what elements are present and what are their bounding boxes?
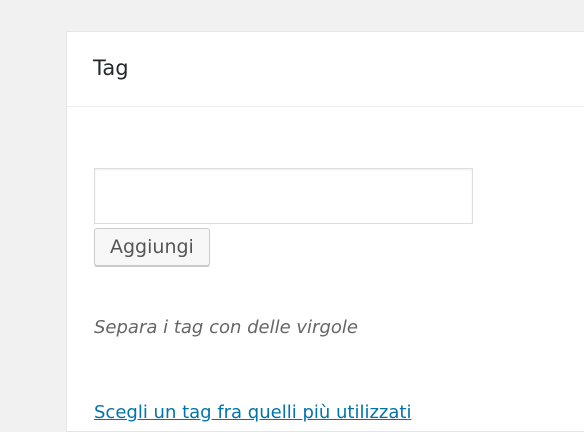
tags-metabox: Tag Aggiungi Separa i tag con delle virg… <box>66 31 584 432</box>
add-tag-button[interactable]: Aggiungi <box>94 228 210 266</box>
page: Tag Aggiungi Separa i tag con delle virg… <box>0 0 584 432</box>
new-tag-input[interactable] <box>94 168 473 224</box>
tag-help-text: Separa i tag con delle virgole <box>94 317 358 338</box>
metabox-header: Tag <box>67 32 584 107</box>
metabox-title: Tag <box>93 56 129 80</box>
choose-popular-tags-link[interactable]: Scegli un tag fra quelli più utilizzati <box>94 402 411 423</box>
